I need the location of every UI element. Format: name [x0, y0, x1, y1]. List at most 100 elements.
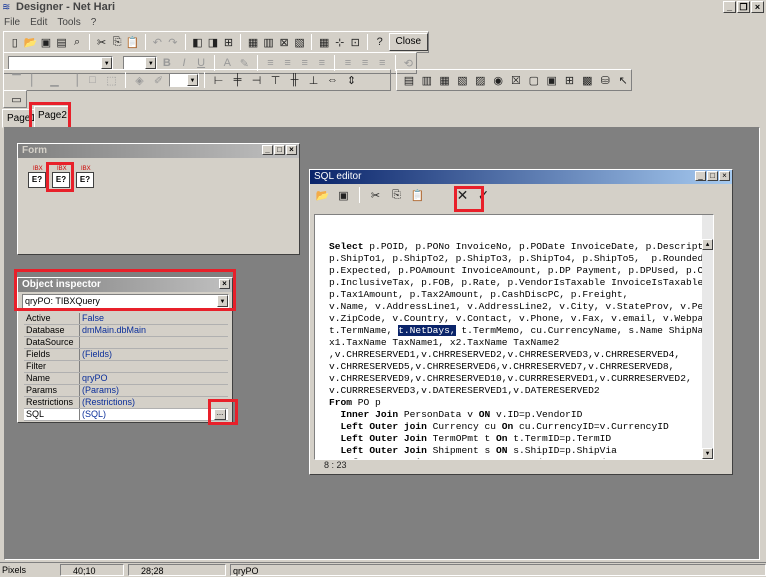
ibx-component[interactable]: IBX E?: [76, 166, 94, 188]
property-row[interactable]: Name qryPO: [24, 373, 228, 385]
maximize-button[interactable]: ❐: [737, 1, 750, 13]
open-icon[interactable]: 📂: [24, 34, 38, 50]
align-left-edges-icon[interactable]: ⊢: [210, 72, 227, 88]
property-row[interactable]: DataSource: [24, 337, 228, 349]
new-icon[interactable]: ▯: [8, 34, 22, 50]
checkbox-component-icon[interactable]: ☒: [508, 72, 524, 88]
fit-grid-icon[interactable]: ⊡: [348, 34, 362, 50]
form-window-title: Form: [22, 145, 47, 156]
property-row[interactable]: Database dmMain.dbMain: [24, 325, 228, 337]
align-bottom-edges-icon[interactable]: ⊥: [305, 72, 322, 88]
pointer-icon[interactable]: ↖: [615, 72, 631, 88]
copy-page-icon[interactable]: ▥: [262, 34, 276, 50]
sql-editor-titlebar: SQL editor _ □ ×: [310, 170, 732, 184]
scroll-up-icon[interactable]: ▲: [702, 239, 713, 250]
toolbar-separator: [240, 34, 242, 50]
fill-color-icon[interactable]: ◈: [131, 72, 148, 88]
property-row-sql[interactable]: SQL (SQL) ...: [24, 409, 228, 421]
menu-tools[interactable]: Tools: [57, 15, 80, 30]
page-settings-icon[interactable]: ▧: [293, 34, 307, 50]
frame-none-icon[interactable]: ⬚: [103, 72, 120, 88]
close-icon[interactable]: ×: [719, 171, 730, 181]
radio-component-icon[interactable]: ◉: [490, 72, 506, 88]
sql-line: t.TermName, t.NetDays, t.TermMemo, cu.Cu…: [329, 325, 704, 336]
close-window-button[interactable]: ×: [751, 1, 764, 13]
preview-icon[interactable]: ⌕: [70, 34, 84, 50]
text-component-icon[interactable]: ▤: [401, 72, 417, 88]
frame-bottom-icon[interactable]: ▁: [46, 72, 63, 88]
chart-component-icon[interactable]: ▩: [579, 72, 595, 88]
space-vertical-icon[interactable]: ⇕: [343, 72, 360, 88]
memo-component-icon[interactable]: ▣: [544, 72, 560, 88]
align-grid-icon[interactable]: ⊹: [333, 34, 347, 50]
menu-help[interactable]: ?: [91, 15, 97, 30]
align-middles-icon[interactable]: ╫: [286, 72, 303, 88]
font-name-select[interactable]: ▼: [8, 56, 114, 70]
sql-text-area[interactable]: Select p.POID, p.PONo InvoiceNo, p.PODat…: [314, 214, 714, 460]
minimize-button[interactable]: _: [723, 1, 736, 13]
image-component-icon[interactable]: ▦: [437, 72, 453, 88]
grid-icon[interactable]: ▦: [317, 34, 331, 50]
print-icon[interactable]: ▤: [55, 34, 69, 50]
sql-line: p.InclusiveTax, p.FOB, p.Rate, p.VendorI…: [329, 277, 704, 288]
minimize-button[interactable]: _: [262, 145, 273, 155]
menu-edit[interactable]: Edit: [30, 15, 47, 30]
maximize-button[interactable]: □: [274, 145, 285, 155]
send-back-icon[interactable]: ◨: [206, 34, 220, 50]
highlight-box: [454, 186, 484, 212]
frame-right-icon[interactable]: ▕: [65, 72, 82, 88]
frame-width-select[interactable]: ▼: [169, 73, 199, 87]
bring-front-icon[interactable]: ◧: [191, 34, 205, 50]
band-component-icon[interactable]: ▥: [419, 72, 435, 88]
open-icon[interactable]: 📂: [314, 187, 331, 203]
frame-all-icon[interactable]: □: [84, 72, 101, 88]
ibx-component[interactable]: IBX E?: [28, 166, 46, 188]
shape-component-icon[interactable]: ▨: [472, 72, 488, 88]
cursor-position: 8 : 23: [324, 460, 347, 470]
help-icon[interactable]: ?: [373, 34, 387, 50]
menu-file[interactable]: File: [4, 15, 20, 30]
align-centers-icon[interactable]: ╪: [229, 72, 246, 88]
grid-component-icon[interactable]: ⊞: [562, 72, 578, 88]
property-row[interactable]: Active False: [24, 313, 228, 325]
sql-line: Select p.POID, p.PONo InvoiceNo, p.PODat…: [329, 241, 704, 252]
redo-icon[interactable]: ↷: [166, 34, 180, 50]
space-horizontal-icon[interactable]: ⇔: [324, 72, 341, 88]
dialog-component-icon[interactable]: ▢: [526, 72, 542, 88]
status-units: Pixels: [2, 565, 27, 575]
group-icon[interactable]: ⊞: [222, 34, 236, 50]
vertical-scrollbar[interactable]: ▲ ▼: [702, 215, 713, 459]
subreport-component-icon[interactable]: ▧: [455, 72, 471, 88]
close-button[interactable]: Close: [388, 33, 429, 51]
sql-line: v.CHRRESERVED9,v.CHRRESERVED10,v.CURRRES…: [329, 373, 692, 384]
copy-icon[interactable]: ⎘: [388, 187, 405, 203]
paste-icon[interactable]: 📋: [126, 34, 140, 50]
frame-top-icon[interactable]: ▔: [8, 72, 25, 88]
align-right-edges-icon[interactable]: ⊣: [248, 72, 265, 88]
save-icon[interactable]: ▣: [39, 34, 53, 50]
database-component-icon[interactable]: ⛁: [597, 72, 613, 88]
insert-page-icon[interactable]: ▦: [246, 34, 260, 50]
align-top-edges-icon[interactable]: ⊤: [267, 72, 284, 88]
property-row[interactable]: Params (Params): [24, 385, 228, 397]
paste-icon[interactable]: 📋: [409, 187, 426, 203]
maximize-button[interactable]: □: [707, 171, 718, 181]
toolbar-separator: [366, 34, 368, 50]
font-size-select[interactable]: ▼: [123, 56, 158, 70]
sql-line: Left Outer Join TermOPmt t On t.TermID=p…: [340, 433, 612, 444]
sql-line: x1.TaxName TaxName1, x2.TaxName TaxName2: [329, 337, 560, 348]
scroll-down-icon[interactable]: ▼: [702, 448, 713, 459]
cut-icon[interactable]: ✂: [95, 34, 109, 50]
property-row[interactable]: Restrictions (Restrictions): [24, 397, 228, 409]
frame-color-icon[interactable]: ✐: [150, 72, 167, 88]
close-icon[interactable]: ×: [286, 145, 297, 155]
delete-page-icon[interactable]: ⊠: [277, 34, 291, 50]
save-icon[interactable]: ▣: [335, 187, 352, 203]
undo-icon[interactable]: ↶: [151, 34, 165, 50]
copy-icon[interactable]: ⎘: [110, 34, 124, 50]
minimize-button[interactable]: _: [695, 171, 706, 181]
property-row[interactable]: Filter: [24, 361, 228, 373]
cut-icon[interactable]: ✂: [367, 187, 384, 203]
property-row[interactable]: Fields (Fields): [24, 349, 228, 361]
frame-left-icon[interactable]: ▏: [27, 72, 44, 88]
